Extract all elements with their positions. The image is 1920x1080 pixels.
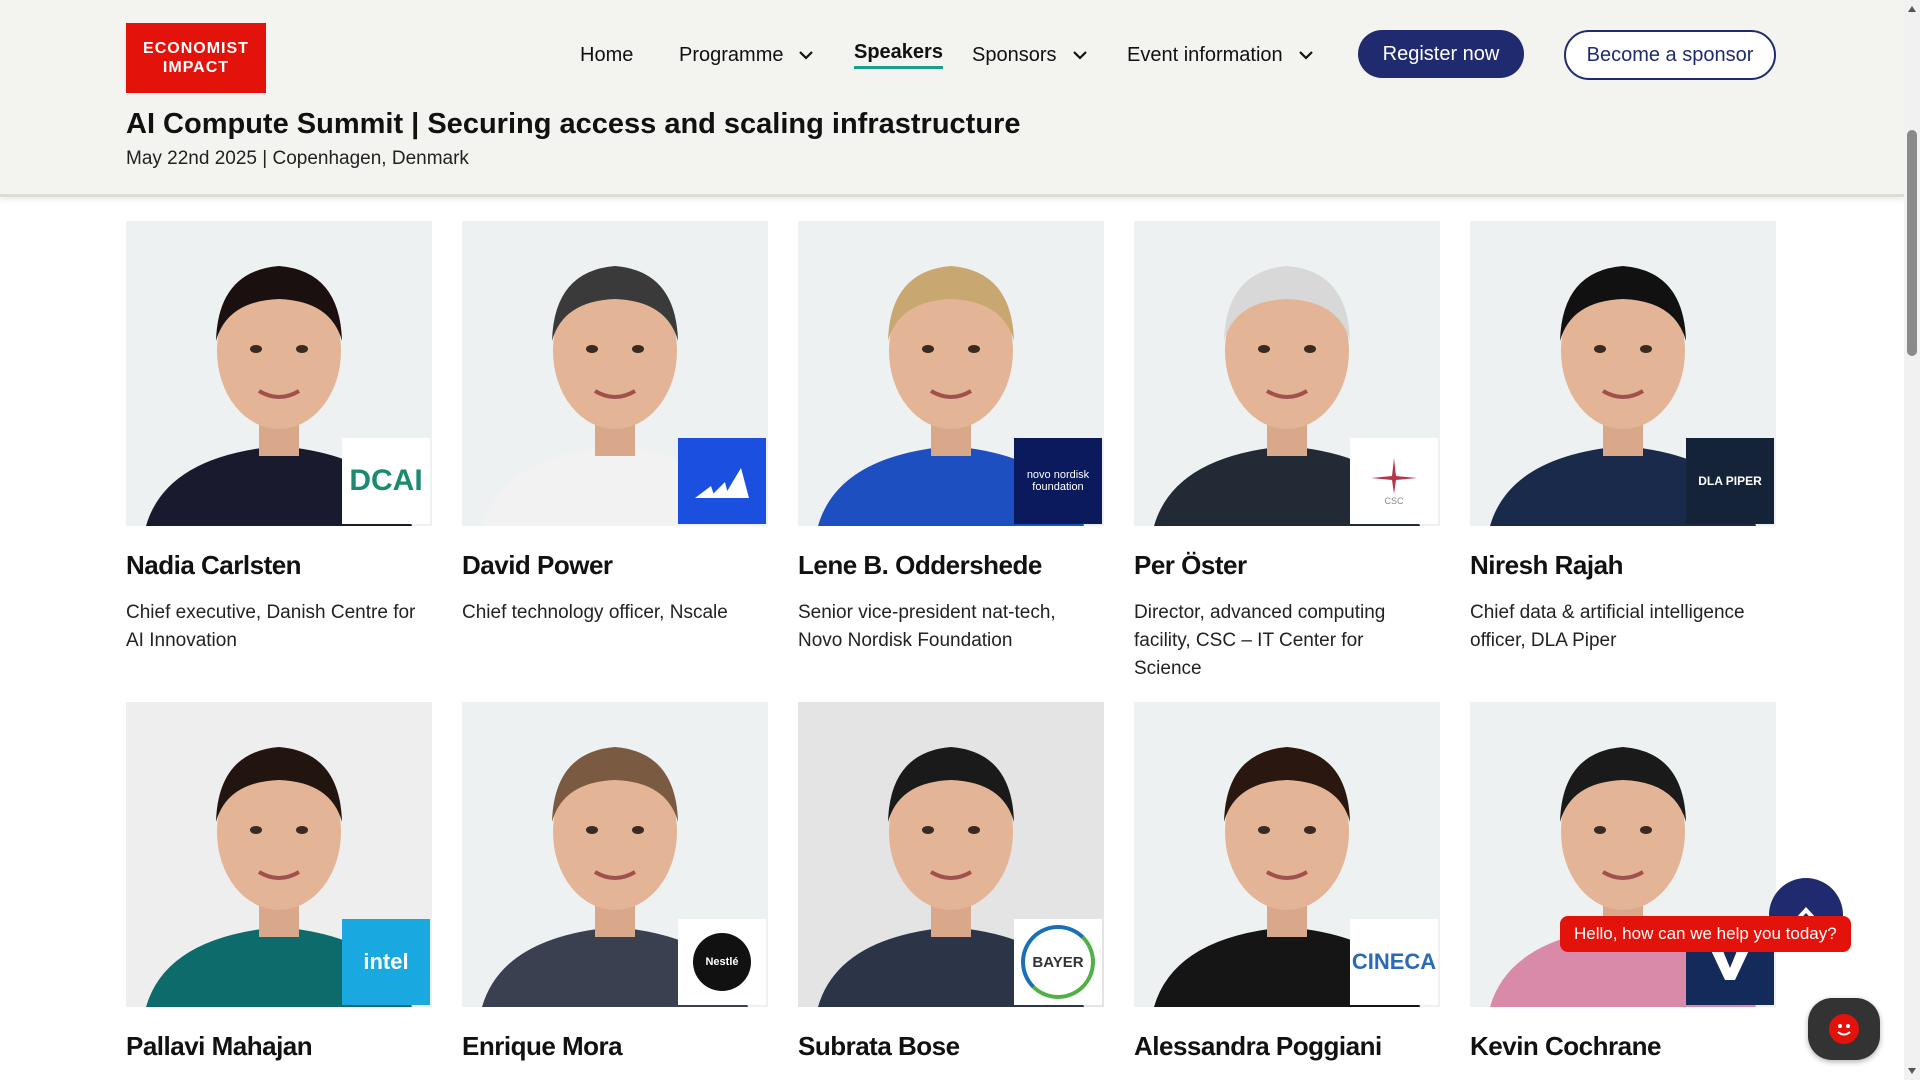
nav-sponsors-label: Sponsors (972, 43, 1057, 66)
nav-home-label: Home (580, 43, 634, 66)
speaker-photo[interactable]: intel (126, 702, 432, 1007)
speaker-name[interactable]: Niresh Rajah (1470, 550, 1776, 581)
organisation-logo: intel (342, 919, 430, 1005)
speaker-photo[interactable]: CINECA (1134, 702, 1440, 1007)
chat-bot-icon (1829, 1014, 1859, 1044)
speaker-name[interactable]: David Power (462, 550, 768, 581)
nav-event-information[interactable]: Event information (1127, 30, 1317, 80)
speaker-photo[interactable]: DCAI (126, 221, 432, 526)
speaker-photo[interactable] (462, 221, 768, 526)
speaker-title: Chief technology officer, Nscale (462, 602, 728, 623)
logo-text: CINECA (1351, 949, 1437, 974)
nav-speakers[interactable]: Speakers (854, 30, 943, 80)
become-sponsor-button[interactable]: Become a sponsor (1564, 30, 1776, 80)
nav-event-information-label: Event information (1127, 43, 1283, 66)
organisation-logo: CSC (1350, 438, 1438, 524)
organisation-logo: BAYER (1014, 919, 1102, 1005)
logo-line-2: IMPACT (162, 59, 230, 76)
speaker-card[interactable]: V Kevin Cochrane (1470, 702, 1776, 1080)
speaker-photo[interactable]: V (1470, 702, 1776, 1007)
speaker-title: Chief data & artificial intelligence off… (1470, 602, 1745, 651)
logo-text: CSC (1384, 496, 1404, 506)
nav-home[interactable]: Home (580, 30, 633, 80)
speaker-name[interactable]: Nadia Carlsten (126, 550, 432, 581)
nav-speakers-label: Speakers (854, 41, 943, 69)
speaker-name[interactable]: Lene B. Oddershede (798, 550, 1104, 581)
logo-text: Nestlé (705, 956, 739, 968)
nscale-logo-icon (695, 468, 749, 498)
speaker-card[interactable]: CINECA Alessandra Poggiani (1134, 702, 1440, 1080)
speaker-title: Chief executive, Danish Centre for AI In… (126, 602, 416, 651)
scroll-up-arrow-icon[interactable] (1908, 6, 1916, 12)
speaker-name[interactable]: Per Öster (1134, 550, 1440, 581)
logo-text: DCAI (349, 464, 423, 497)
site-header: ECONOMIST IMPACT Home Programme Speakers… (0, 0, 1904, 197)
speaker-photo[interactable]: Nestlé (462, 702, 768, 1007)
speaker-photo[interactable]: BAYER (798, 702, 1104, 1007)
organisation-logo: DLA PIPER (1686, 438, 1774, 524)
page-scrollbar[interactable] (1904, 0, 1920, 1080)
speaker-card[interactable]: BAYER Subrata Bose (798, 702, 1104, 1080)
speaker-card[interactable]: CSC Per Öster Director, advanced computing… (1134, 221, 1440, 683)
speaker-card[interactable]: intel Pallavi Mahajan (126, 702, 432, 1080)
logo-text: intel (363, 949, 409, 974)
chat-greeting-bubble[interactable]: Hello, how can we help you today? (1560, 916, 1851, 952)
organisation-logo (678, 438, 766, 524)
event-subtitle: May 22nd 2025 | Copenhagen, Denmark (126, 148, 469, 169)
nav-programme-label: Programme (679, 43, 784, 66)
event-title: AI Compute Summit | Securing access and … (126, 108, 1021, 140)
logo-text: BAYER (1032, 953, 1084, 971)
speaker-photo[interactable]: novo nordisk foundation (798, 221, 1104, 526)
nav-sponsors[interactable]: Sponsors (972, 30, 1091, 80)
organisation-logo: DCAI (342, 438, 430, 524)
register-now-button[interactable]: Register now (1358, 30, 1524, 78)
speaker-card[interactable]: DLA PIPER Niresh Rajah Chief data & artifi… (1470, 221, 1776, 655)
speaker-title: Senior vice-president nat-tech, Novo Nor… (798, 602, 1056, 651)
speaker-name[interactable]: Enrique Mora (462, 1031, 768, 1062)
nav-programme[interactable]: Programme (679, 30, 817, 80)
speaker-title: Director, advanced computing facility, C… (1134, 602, 1386, 679)
speaker-card[interactable]: Nestlé Enrique Mora (462, 702, 768, 1080)
speaker-card[interactable]: DCAI Nadia Carlsten Chief executive, Danis… (126, 221, 432, 655)
chevron-down-icon (1072, 51, 1087, 60)
scroll-down-arrow-icon[interactable] (1908, 1068, 1916, 1074)
speaker-name[interactable]: Subrata Bose (798, 1031, 1104, 1062)
speaker-name[interactable]: Alessandra Poggiani (1134, 1031, 1440, 1062)
chat-open-button[interactable] (1808, 998, 1880, 1060)
logo-line-1: ECONOMIST (143, 40, 249, 57)
organisation-logo: Nestlé (678, 919, 766, 1005)
csc-star-icon (1371, 458, 1417, 494)
organisation-logo: CINECA (1350, 919, 1438, 1005)
economist-impact-logo[interactable]: ECONOMIST IMPACT (126, 23, 266, 93)
logo-text: DLA PIPER (1698, 474, 1762, 488)
chevron-down-icon (1298, 51, 1313, 60)
organisation-logo: novo nordisk foundation (1014, 438, 1102, 524)
speaker-photo[interactable]: DLA PIPER (1470, 221, 1776, 526)
chevron-down-icon (799, 51, 814, 60)
scroll-thumb[interactable] (1907, 130, 1917, 356)
speaker-photo[interactable]: CSC (1134, 221, 1440, 526)
speaker-card[interactable]: novo nordisk foundation Lene B. Oddershed… (798, 221, 1104, 655)
speaker-name[interactable]: Kevin Cochrane (1470, 1031, 1776, 1062)
speaker-name[interactable]: Pallavi Mahajan (126, 1031, 432, 1062)
speaker-card[interactable]: David Power Chief technology officer, Nsc… (462, 221, 768, 627)
logo-text: novo nordisk foundation (1026, 469, 1090, 493)
